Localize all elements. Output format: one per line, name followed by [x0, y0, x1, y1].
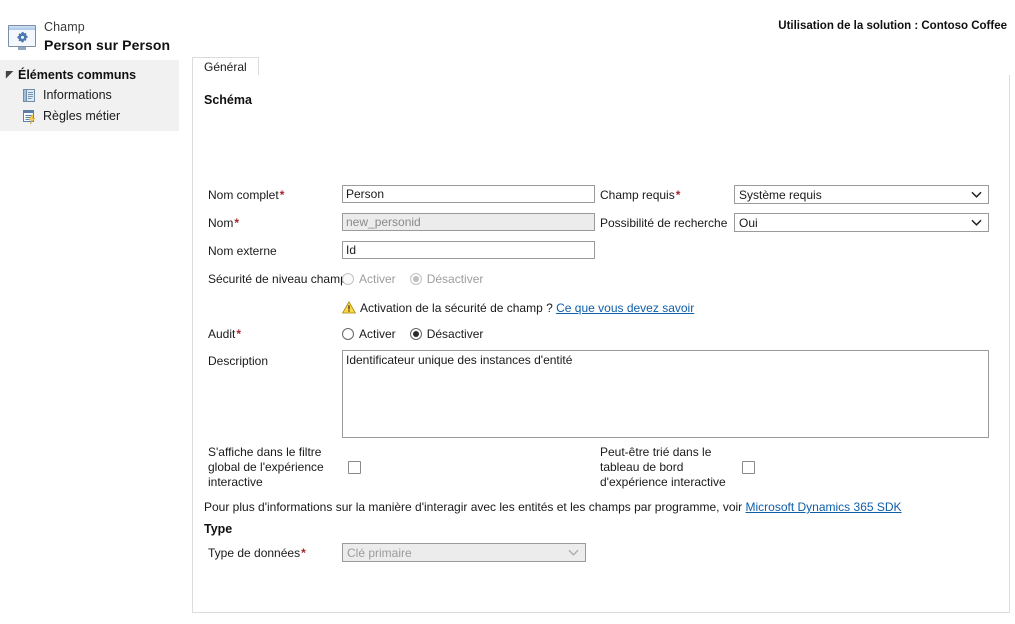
type-donnees-value: Clé primaire: [347, 546, 412, 560]
section-heading-type: Type: [204, 522, 233, 536]
nom-externe-input[interactable]: [342, 241, 595, 259]
required-asterisk: *: [234, 216, 240, 230]
sidebar-group-elements-communs[interactable]: ◤ Éléments communs: [6, 68, 136, 82]
sidebar: ◤ Éléments communs Informations Règles m…: [0, 60, 179, 131]
business-rules-icon: [22, 110, 37, 125]
label-securite-niveau-champ: Sécurité de niveau champ: [208, 272, 347, 286]
nom-input: [342, 213, 595, 231]
gear-icon: [17, 31, 28, 43]
chevron-down-icon: ◤: [6, 69, 13, 79]
label-possibilite-recherche: Possibilité de recherche: [600, 216, 728, 230]
icon-stand: [18, 47, 26, 50]
label-filtre-global: S'affiche dans le filtre global de l'exp…: [208, 445, 324, 489]
sidebar-group-label: Éléments communs: [18, 68, 137, 82]
form-panel: Schéma Nom complet* Nom* Nom externe Cha…: [192, 75, 1010, 613]
audit-radio-activer[interactable]: Activer: [342, 327, 410, 341]
page-title: Person sur Person: [44, 37, 171, 53]
champ-requis-value: Système requis: [739, 188, 822, 202]
required-asterisk: *: [236, 327, 242, 341]
label-nom-complet: Nom complet*: [208, 188, 285, 202]
required-asterisk: *: [675, 188, 681, 202]
chevron-down-icon: [971, 219, 982, 226]
label-nom: Nom*: [208, 216, 240, 230]
possibilite-recherche-dropdown[interactable]: Oui: [734, 213, 989, 232]
information-page-icon: [22, 89, 37, 103]
required-asterisk: *: [279, 188, 285, 202]
securite-radio-desactiver: Désactiver: [409, 272, 498, 286]
tri-tableau-bord-checkbox[interactable]: [742, 461, 755, 474]
icon-titlebar: [9, 26, 35, 30]
tabstrip: Général: [192, 57, 1010, 76]
sdk-link[interactable]: Microsoft Dynamics 365 SDK: [746, 500, 902, 514]
label-champ-requis: Champ requis*: [600, 188, 681, 202]
required-asterisk: *: [301, 546, 306, 560]
securite-niveau-champ-radiogroup: Activer Désactiver: [342, 272, 497, 286]
nom-complet-input[interactable]: [342, 185, 595, 203]
champ-requis-dropdown[interactable]: Système requis: [734, 185, 989, 204]
header-kicker: Champ: [44, 20, 85, 34]
securite-radio-activer: Activer: [342, 272, 410, 286]
entity-window-gear-icon: [8, 25, 38, 51]
security-warning-link[interactable]: Ce que vous devez savoir: [556, 301, 694, 315]
audit-radio-desactiver[interactable]: Désactiver: [409, 327, 498, 341]
radio-indicator: [342, 273, 354, 285]
description-textarea[interactable]: [342, 350, 989, 438]
audit-radiogroup: Activer Désactiver: [342, 327, 497, 341]
possibilite-recherche-value: Oui: [739, 216, 758, 230]
type-donnees-dropdown: Clé primaire: [342, 543, 586, 562]
filtre-global-checkbox[interactable]: [348, 461, 361, 474]
sidebar-item-label: Règles métier: [43, 109, 121, 123]
label-description: Description: [208, 354, 269, 368]
radio-indicator: [409, 328, 422, 340]
label-type-donnees: Type de données*: [208, 546, 306, 560]
form-body: Schéma Nom complet* Nom* Nom externe Cha…: [193, 75, 1011, 613]
label-tri-tableau-bord: Peut-être trié dans le tableau de bord d…: [600, 445, 726, 489]
page-header: Champ Person sur Person Utilisation de l…: [0, 0, 1015, 60]
chevron-down-icon: [971, 191, 982, 198]
solution-context-label: Utilisation de la solution : Contoso Cof…: [778, 20, 1007, 32]
radio-indicator: [409, 273, 422, 285]
chevron-down-icon: [568, 549, 579, 556]
warning-triangle-icon: [342, 301, 356, 314]
label-audit: Audit*: [208, 327, 242, 341]
label-nom-externe: Nom externe: [208, 244, 277, 258]
security-warning-text: Activation de la sécurité de champ ? Ce …: [360, 301, 695, 315]
section-heading-schema: Schéma: [204, 93, 252, 107]
sdk-note: Pour plus d'informations sur la manière …: [204, 500, 902, 514]
sidebar-item-label: Informations: [43, 88, 112, 102]
tab-general[interactable]: Général: [192, 57, 259, 76]
radio-indicator: [342, 328, 354, 340]
